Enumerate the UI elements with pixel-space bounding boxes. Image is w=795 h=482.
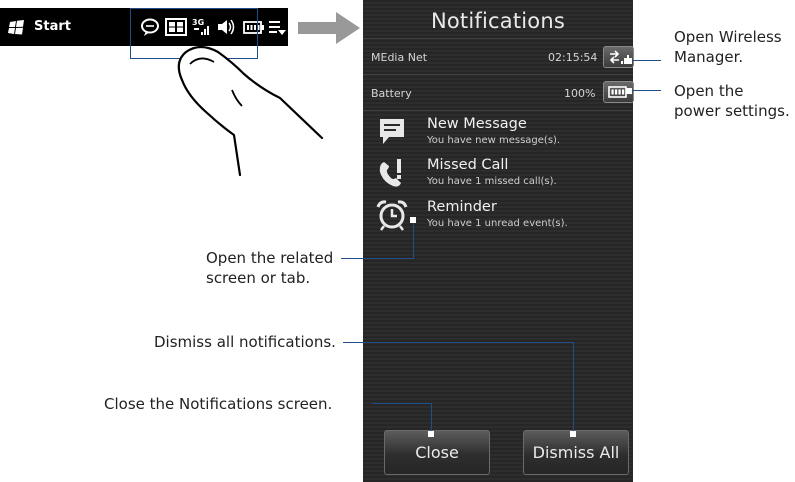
notification-subtitle: You have 1 missed call(s). (427, 176, 557, 187)
alarm-clock-icon (376, 200, 408, 231)
notification-subtitle: You have new message(s). (427, 135, 561, 146)
battery-label: Battery (371, 87, 412, 100)
status-row-media-net: MEdia Net 02:15:54 (363, 38, 634, 75)
notifications-screen: Notifications MEdia Net 02:15:54 Battery… (363, 0, 634, 482)
notification-reminder[interactable]: Reminder You have 1 unread event(s). (363, 194, 633, 236)
status-row-battery: Battery 100% (363, 74, 634, 111)
notification-title: New Message (427, 116, 527, 132)
callout-dot (570, 431, 576, 437)
wireless-manager-button[interactable] (603, 46, 634, 68)
battery-percent: 100% (564, 87, 596, 100)
connection-time: 02:15:54 (548, 51, 598, 64)
dismiss-all-button[interactable]: Dismiss All (523, 430, 629, 475)
callout-dot (410, 217, 416, 223)
close-button[interactable]: Close (384, 430, 490, 475)
notification-title: Reminder (427, 199, 497, 215)
finger-tap-illustration (177, 45, 324, 177)
callout-wireless-manager: Open Wireless Manager. (674, 27, 782, 67)
callout-line-related (413, 220, 414, 259)
callout-line-2: power settings. (674, 102, 790, 120)
menu-icon[interactable] (267, 17, 287, 37)
callout-line-2: Manager. (674, 48, 744, 66)
callout-line-1: Open Wireless (674, 28, 782, 46)
callout-line-power (629, 90, 661, 91)
notification-subtitle: You have 1 unread event(s). (427, 218, 568, 229)
callout-close: Close the Notifications screen. (104, 395, 333, 413)
callout-dismiss-all: Dismiss all notifications. (154, 333, 336, 351)
callout-dot (428, 431, 434, 437)
callout-line-close (431, 403, 432, 434)
arrow-right-icon (298, 12, 360, 44)
callout-power-settings: Open the power settings. (674, 81, 790, 121)
callout-line-wireless (629, 60, 661, 61)
callout-line-dismiss (573, 342, 574, 434)
notification-new-message[interactable]: New Message You have new message(s). (363, 110, 633, 153)
callout-dot (626, 58, 632, 64)
notification-missed-call[interactable]: Missed Call You have 1 missed call(s). (363, 152, 633, 194)
callout-related-screen: Open the related screen or tab. (206, 248, 333, 288)
callout-dot (626, 88, 632, 94)
start-menu-label[interactable]: Start (34, 19, 71, 34)
callout-line-1: Open the (674, 82, 744, 100)
notifications-title: Notifications (430, 9, 566, 33)
missed-call-icon (379, 159, 401, 187)
callout-line-1: Open the related (206, 249, 334, 267)
notification-title: Missed Call (427, 157, 509, 173)
windows-logo-icon[interactable] (8, 19, 26, 35)
callout-line-dismiss (343, 342, 574, 343)
callout-line-2: screen or tab. (206, 269, 311, 287)
callout-line-related (341, 258, 414, 259)
message-icon (380, 119, 404, 144)
connection-name: MEdia Net (371, 51, 428, 64)
callout-line-close (372, 403, 432, 404)
